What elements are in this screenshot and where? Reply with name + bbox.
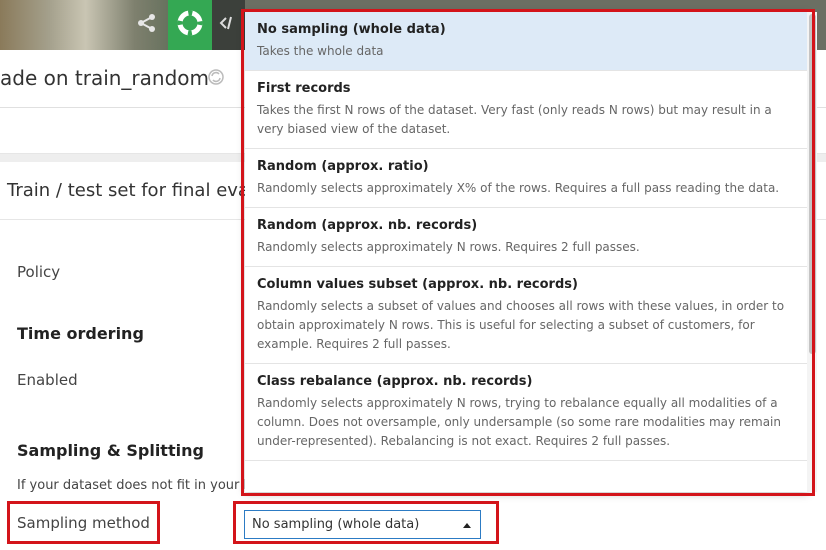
page-title: ade on train_random [0,66,210,90]
highlight-dropdown [241,9,815,496]
highlight-sampling-label [7,501,160,544]
share-button[interactable] [128,0,166,50]
share-icon [136,12,158,38]
ram-note: If your dataset does not fit in your RA [17,478,261,493]
sync-icon[interactable] [207,68,225,90]
sampling-splitting-heading: Sampling & Splitting [17,441,204,460]
section-title: Train / test set for final evalu [7,180,266,201]
enabled-label: Enabled [17,371,78,389]
time-ordering-heading: Time ordering [17,324,144,343]
policy-label: Policy [17,263,61,281]
highlight-sampling-select [233,501,499,544]
lifebuoy-icon [177,10,203,40]
code-icon [219,15,239,35]
lifebuoy-button[interactable] [168,0,212,50]
